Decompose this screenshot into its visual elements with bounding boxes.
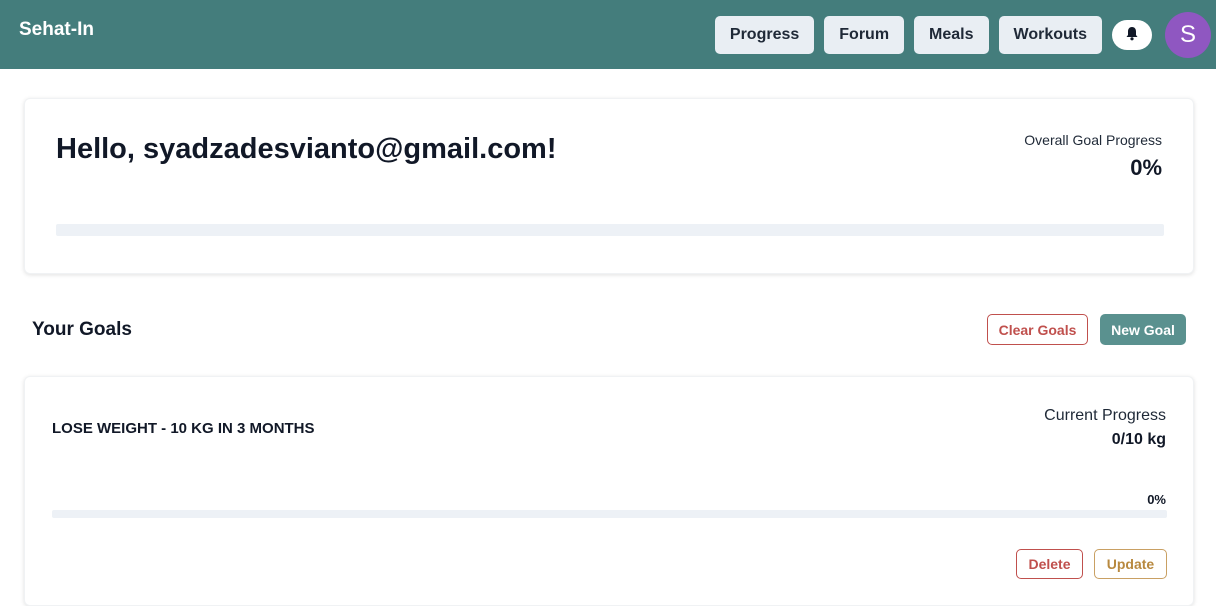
greeting-card: Hello, syadzadesvianto@gmail.com! Overal…	[24, 98, 1194, 274]
update-goal-button[interactable]: Update	[1094, 549, 1167, 579]
goal-percent-text: 0%	[1147, 492, 1166, 507]
current-progress-label: Current Progress	[1044, 407, 1166, 424]
nav-progress-button[interactable]: Progress	[714, 15, 815, 54]
overall-progress-bar	[56, 224, 1164, 236]
new-goal-button[interactable]: New Goal	[1100, 314, 1186, 345]
delete-goal-button[interactable]: Delete	[1016, 549, 1083, 579]
goals-section-title: Your Goals	[32, 319, 132, 340]
main-nav: Progress Forum Meals Workouts S	[714, 0, 1216, 69]
bell-icon	[1125, 26, 1139, 44]
goal-title: LOSE WEIGHT - 10 KG IN 3 MONTHS	[52, 420, 315, 437]
brand-logo[interactable]: Sehat-In	[19, 19, 94, 41]
nav-forum-button[interactable]: Forum	[824, 15, 905, 54]
overall-progress-label: Overall Goal Progress	[1024, 132, 1162, 148]
greeting-heading: Hello, syadzadesvianto@gmail.com!	[56, 133, 557, 165]
user-avatar[interactable]: S	[1165, 11, 1211, 58]
overall-progress-value: 0%	[1130, 155, 1162, 180]
current-progress-value: 0/10 kg	[1111, 431, 1166, 448]
nav-meals-button[interactable]: Meals	[914, 15, 989, 54]
notifications-button[interactable]	[1112, 19, 1152, 50]
top-navbar: Sehat-In Progress Forum Meals Workouts S	[0, 0, 1216, 69]
goal-progress-bar	[52, 510, 1167, 518]
nav-workouts-button[interactable]: Workouts	[998, 15, 1102, 54]
goal-card: LOSE WEIGHT - 10 KG IN 3 MONTHS Current …	[24, 376, 1194, 606]
clear-goals-button[interactable]: Clear Goals	[987, 314, 1088, 345]
